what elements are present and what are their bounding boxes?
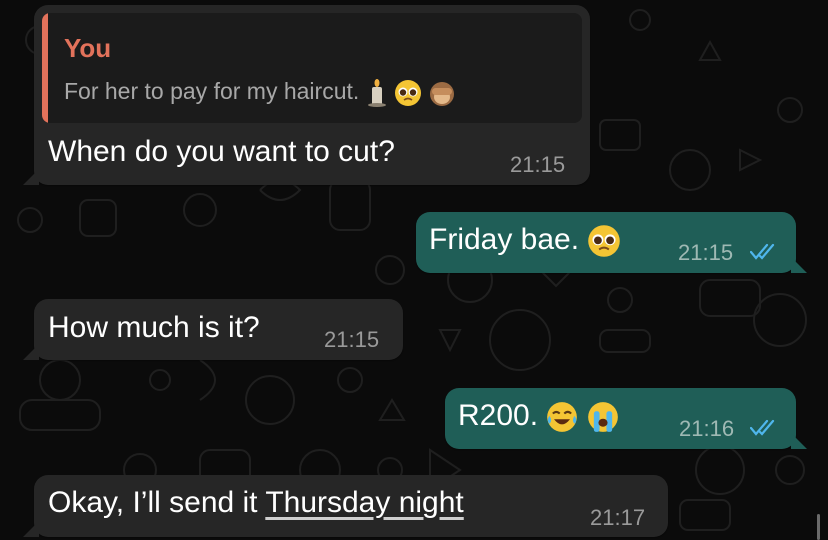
message-time: 21:15 [678,240,734,265]
message-bubble-incoming[interactable]: How much is it? 21:15 [23,299,403,360]
message-text: How much is it? [48,311,260,344]
message-text: When do you want to cut? [48,135,395,168]
message-text: R200. [458,399,619,433]
bubble-tail [23,521,39,537]
message-time: 21:15 [324,327,380,352]
date-link[interactable]: Thursday night [265,486,463,519]
bubble-tail [23,169,39,185]
pleading-face-emoji-icon [588,225,621,257]
read-receipt-icon [750,243,775,260]
message-text-content: Friday bae. [429,223,580,256]
bubble-tail [791,433,807,449]
candle-emoji-icon [367,78,386,107]
pleading-face-emoji-icon [395,79,422,106]
message-bubble-incoming[interactable]: Okay, I’ll send it Thursday night 21:17 [23,475,668,537]
quoted-message[interactable]: You For her to pay for my haircut. [42,13,582,123]
see-no-evil-monkey-emoji-icon [430,81,455,106]
message-time: 21:15 [510,152,566,177]
message-bubble-incoming[interactable]: You For her to pay for my haircut. When … [23,5,590,185]
message-time: 21:16 [679,416,735,441]
message-text: Okay, I’ll send it Thursday night [48,486,464,520]
quote-text: For her to pay for my haircut. [64,78,456,107]
message-text-content: Okay, I’ll send it [48,486,266,519]
quote-text-content: For her to pay for my haircut. [64,78,360,104]
message-text-content: R200. [458,399,539,432]
read-receipt-icon [750,419,775,436]
quote-accent-bar [42,13,48,123]
loudly-crying-face-emoji-icon [587,402,618,432]
tears-of-joy-emoji-icon [547,402,578,432]
scrollbar[interactable] [817,514,820,540]
bubble-tail [23,344,39,360]
message-time: 21:17 [590,505,646,530]
message-bubble-outgoing[interactable]: R200. 21:16 [445,388,807,449]
message-bubble-outgoing[interactable]: Friday bae. 21:15 [416,212,807,273]
quote-author: You [64,33,112,63]
bubble-tail [791,257,807,273]
message-text: Friday bae. [429,223,621,258]
